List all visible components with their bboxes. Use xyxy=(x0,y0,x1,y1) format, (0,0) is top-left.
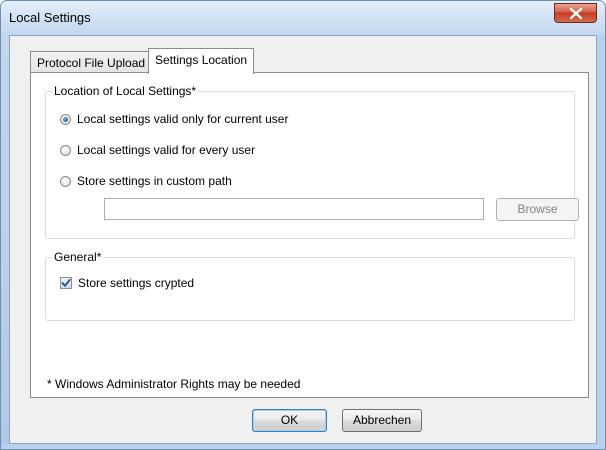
radio-current-user[interactable]: Local settings valid only for current us… xyxy=(60,111,288,127)
general-group: General* Store settings crypted xyxy=(45,250,575,321)
tab-settings-location[interactable]: Settings Location xyxy=(148,48,255,74)
radio-label: Local settings valid for every user xyxy=(77,143,256,157)
ok-button[interactable]: OK xyxy=(252,409,327,432)
store-crypted-option[interactable]: Store settings crypted xyxy=(60,275,194,291)
location-group-title: Location of Local Settings* xyxy=(52,84,199,98)
radio-button[interactable] xyxy=(60,175,71,187)
checkbox-label: Store settings crypted xyxy=(78,276,195,290)
radio-button[interactable] xyxy=(60,144,71,156)
admin-rights-footnote: * Windows Administrator Rights may be ne… xyxy=(47,377,301,391)
tab-label: Protocol File Upload xyxy=(37,56,146,70)
radio-label: Local settings valid only for current us… xyxy=(77,112,289,126)
title-bar[interactable]: Local Settings xyxy=(1,1,605,35)
close-button[interactable] xyxy=(554,3,597,23)
dialog-client-area: Protocol File Upload Settings Location L… xyxy=(9,35,597,444)
tab-label: Settings Location xyxy=(155,53,248,67)
custom-path-input[interactable] xyxy=(104,198,484,220)
radio-button-checked[interactable] xyxy=(60,113,71,125)
radio-label: Store settings in custom path xyxy=(77,174,232,188)
browse-button[interactable]: Browse xyxy=(496,198,579,221)
store-crypted-checkbox[interactable] xyxy=(60,277,72,289)
local-settings-window: Local Settings Protocol File Upload Sett… xyxy=(0,0,606,450)
window-title: Local Settings xyxy=(9,10,91,25)
tab-protocol-file-upload[interactable]: Protocol File Upload xyxy=(30,51,153,73)
cancel-button[interactable]: Abbrechen xyxy=(342,409,422,432)
settings-location-panel: Location of Local Settings* Local settin… xyxy=(30,72,589,398)
window-frame-left xyxy=(1,35,9,444)
close-icon xyxy=(569,7,583,20)
checkmark-icon xyxy=(61,278,71,287)
location-group: Location of Local Settings* Local settin… xyxy=(45,84,579,239)
radio-every-user[interactable]: Local settings valid for every user xyxy=(60,142,255,158)
radio-custom-path[interactable]: Store settings in custom path xyxy=(60,173,232,189)
general-group-title: General* xyxy=(52,250,104,264)
